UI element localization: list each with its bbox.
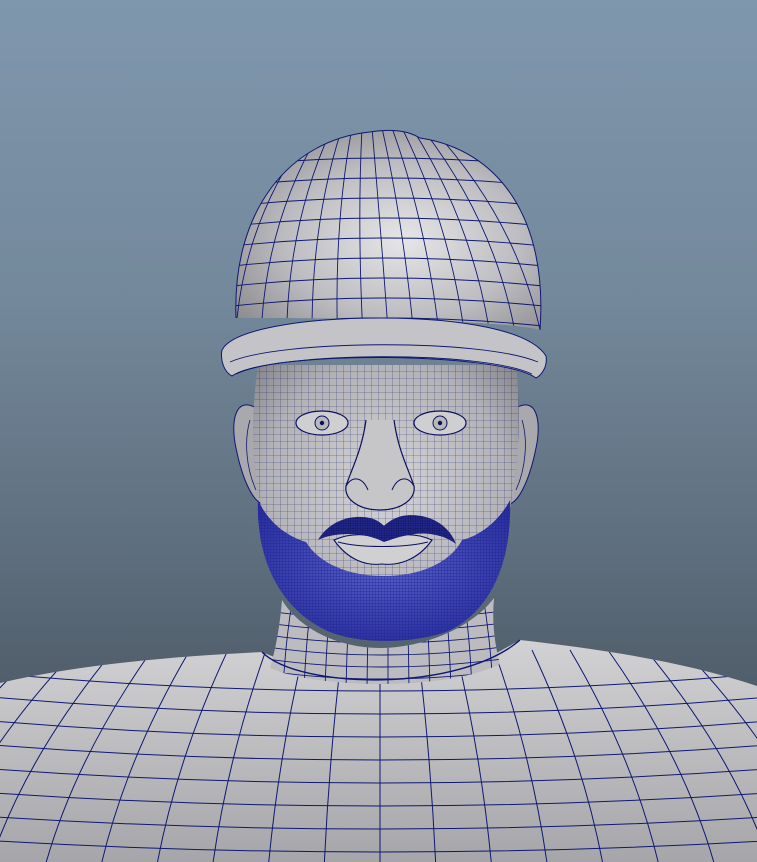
scene-canvas[interactable] xyxy=(0,0,757,862)
eye-right[interactable] xyxy=(413,410,467,436)
maya-3d-viewport[interactable] xyxy=(0,0,757,862)
eye-left[interactable] xyxy=(295,410,349,436)
helmet[interactable] xyxy=(200,128,580,331)
